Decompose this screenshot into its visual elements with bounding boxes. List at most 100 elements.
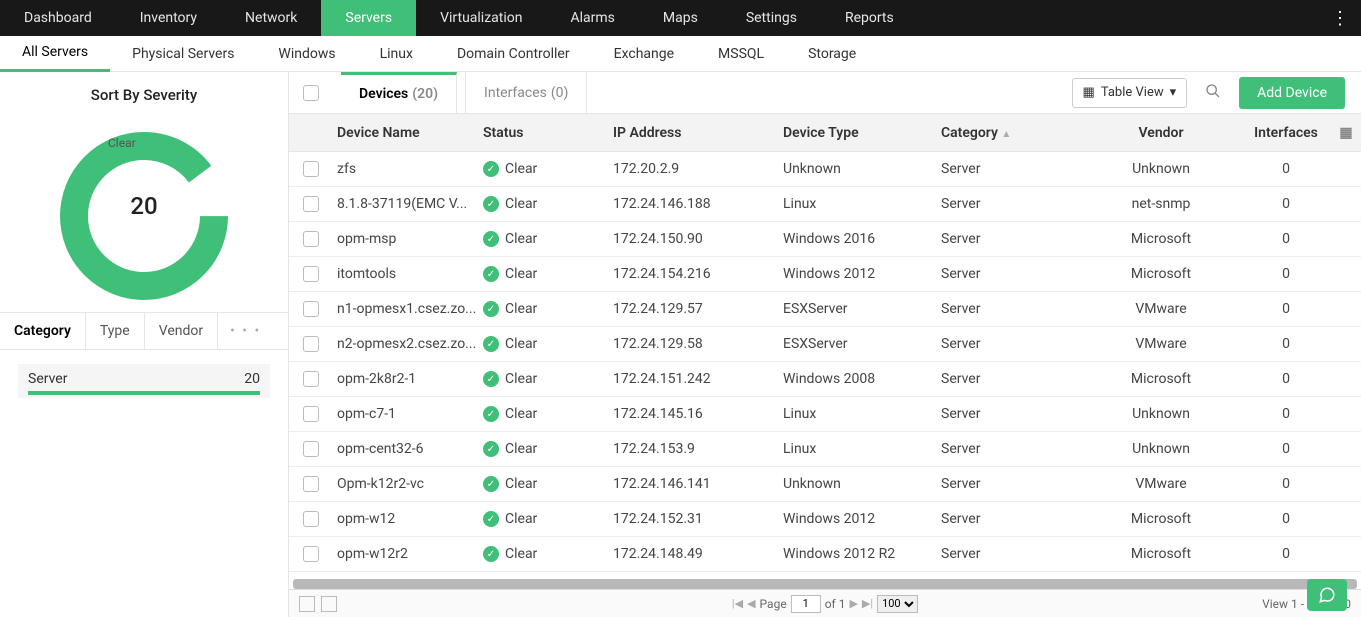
cell-ip: 172.24.146.141 (613, 476, 783, 492)
row-checkbox[interactable] (303, 406, 319, 422)
table-row[interactable]: opm-c7-1✓Clear172.24.145.16LinuxServerUn… (289, 397, 1361, 432)
row-checkbox[interactable] (303, 476, 319, 492)
tab-interfaces[interactable]: Interfaces (0) (465, 72, 587, 114)
subnav-storage[interactable]: Storage (786, 36, 878, 72)
row-checkbox[interactable] (303, 371, 319, 387)
filter-tabs: CategoryTypeVendor• • • (0, 312, 288, 350)
nav-inventory[interactable]: Inventory (116, 0, 221, 36)
table-row[interactable]: itomtools✓Clear172.24.154.216Windows 201… (289, 257, 1361, 292)
row-checkbox[interactable] (303, 161, 319, 177)
th-device-name[interactable]: Device Name (333, 125, 483, 141)
page-number-input[interactable] (791, 595, 821, 613)
cell-interfaces: 0 (1241, 371, 1331, 387)
left-panel: Sort By Severity Clear 20 CategoryTypeVe… (0, 72, 289, 617)
nav-network[interactable]: Network (221, 0, 321, 36)
tab-devices[interactable]: Devices (20) (341, 72, 457, 114)
nav-alarms[interactable]: Alarms (546, 0, 638, 36)
cell-vendor: Microsoft (1081, 266, 1241, 282)
table-row[interactable]: Opm-k12r2-vc✓Clear172.24.146.141UnknownS… (289, 467, 1361, 502)
table-row[interactable]: opm-msp✓Clear172.24.150.90Windows 2016Se… (289, 222, 1361, 257)
cell-vendor: Unknown (1081, 406, 1241, 422)
row-checkbox[interactable] (303, 266, 319, 282)
cell-type: Linux (783, 441, 941, 457)
cell-device-name: opm-msp (333, 231, 483, 247)
row-checkbox[interactable] (303, 196, 319, 212)
table-row[interactable]: opm-w12✓Clear172.24.152.31Windows 2012Se… (289, 502, 1361, 537)
filter-tab-type[interactable]: Type (86, 313, 145, 349)
severity-donut[interactable]: Clear 20 (24, 106, 264, 306)
select-all-checkbox[interactable] (303, 85, 319, 101)
th-type[interactable]: Device Type (783, 125, 941, 141)
table-view-selector[interactable]: ▦ Table View ▾ (1072, 78, 1188, 108)
table-row[interactable]: 8.1.8-37119(EMC V...✓Clear172.24.146.188… (289, 187, 1361, 222)
table-row[interactable]: zfs✓Clear172.20.2.9UnknownServerUnknown0 (289, 152, 1361, 187)
row-checkbox[interactable] (303, 231, 319, 247)
nav-reports[interactable]: Reports (821, 0, 918, 36)
nav-settings[interactable]: Settings (722, 0, 821, 36)
top-nav: DashboardInventoryNetworkServersVirtuali… (0, 0, 1361, 36)
th-ip[interactable]: IP Address (613, 125, 783, 141)
table-header: Device Name Status IP Address Device Typ… (289, 114, 1361, 152)
th-status[interactable]: Status (483, 125, 613, 141)
subnav-linux[interactable]: Linux (358, 36, 435, 72)
cell-ip: 172.24.151.242 (613, 371, 783, 387)
row-checkbox[interactable] (303, 511, 319, 527)
cell-ip: 172.20.2.9 (613, 161, 783, 177)
subnav-physical-servers[interactable]: Physical Servers (110, 36, 256, 72)
export-icon[interactable] (299, 596, 315, 612)
chat-icon[interactable] (1307, 579, 1347, 611)
cell-device-name: Opm-k12r2-vc (333, 476, 483, 492)
of-label: of 1 (825, 597, 846, 611)
th-interfaces[interactable]: Interfaces (1241, 125, 1331, 141)
subnav-all-servers[interactable]: All Servers (0, 36, 110, 72)
cell-category: Server (941, 546, 1081, 562)
columns-icon[interactable] (321, 596, 337, 612)
cell-ip: 172.24.146.188 (613, 196, 783, 212)
row-checkbox[interactable] (303, 441, 319, 457)
table-row[interactable]: n2-opmesx2.csez.zo...✓Clear172.24.129.58… (289, 327, 1361, 362)
row-checkbox[interactable] (303, 301, 319, 317)
filter-tab-category[interactable]: Category (0, 313, 86, 349)
next-page-icon[interactable]: ▶ (849, 597, 857, 610)
cell-vendor: Microsoft (1081, 231, 1241, 247)
right-panel: Devices (20) Interfaces (0) ▦ Table View… (289, 72, 1361, 617)
table-row[interactable]: opm-cent32-6✓Clear172.24.153.9LinuxServe… (289, 432, 1361, 467)
row-checkbox[interactable] (303, 546, 319, 562)
first-page-icon[interactable]: |◀ (732, 597, 743, 610)
nav-dashboard[interactable]: Dashboard (0, 0, 116, 36)
nav-servers[interactable]: Servers (321, 0, 416, 36)
filter-tab-vendor[interactable]: Vendor (145, 313, 218, 349)
th-vendor[interactable]: Vendor (1081, 125, 1241, 141)
add-device-button[interactable]: Add Device (1239, 77, 1345, 109)
cell-status: ✓Clear (483, 301, 613, 317)
cell-status: ✓Clear (483, 231, 613, 247)
category-count: 20 (244, 371, 260, 387)
table-row[interactable]: opm-2k8r2-1✓Clear172.24.151.242Windows 2… (289, 362, 1361, 397)
last-page-icon[interactable]: ▶| (862, 597, 873, 610)
status-ok-icon: ✓ (483, 301, 499, 317)
horizontal-scrollbar[interactable] (293, 579, 1357, 589)
status-ok-icon: ✓ (483, 511, 499, 527)
more-filters-icon[interactable]: • • • (218, 323, 273, 339)
subnav-exchange[interactable]: Exchange (592, 36, 696, 72)
cell-status: ✓Clear (483, 511, 613, 527)
kebab-menu-icon[interactable]: ⋮ (1319, 0, 1361, 36)
subnav-domain-controller[interactable]: Domain Controller (435, 36, 592, 72)
search-icon[interactable] (1195, 83, 1231, 103)
category-row[interactable]: Server20 (18, 364, 270, 398)
page-size-select[interactable]: 100 (877, 595, 918, 613)
row-checkbox[interactable] (303, 336, 319, 352)
cell-vendor: VMware (1081, 336, 1241, 352)
subnav-mssql[interactable]: MSSQL (696, 36, 786, 72)
th-columns-icon[interactable]: ▦ (1331, 125, 1361, 141)
table-row[interactable]: opm-w2k16-02✓Clear172.24.148.176Windows … (289, 572, 1361, 579)
table-row[interactable]: opm-w12r2✓Clear172.24.148.49Windows 2012… (289, 537, 1361, 572)
cell-category: Server (941, 371, 1081, 387)
subnav-windows[interactable]: Windows (256, 36, 357, 72)
prev-page-icon[interactable]: ◀ (747, 597, 755, 610)
nav-virtualization[interactable]: Virtualization (416, 0, 546, 36)
table-row[interactable]: n1-opmesx1.csez.zo...✓Clear172.24.129.57… (289, 292, 1361, 327)
cell-status: ✓Clear (483, 476, 613, 492)
th-category[interactable]: Category ▲ (941, 125, 1081, 141)
nav-maps[interactable]: Maps (639, 0, 722, 36)
